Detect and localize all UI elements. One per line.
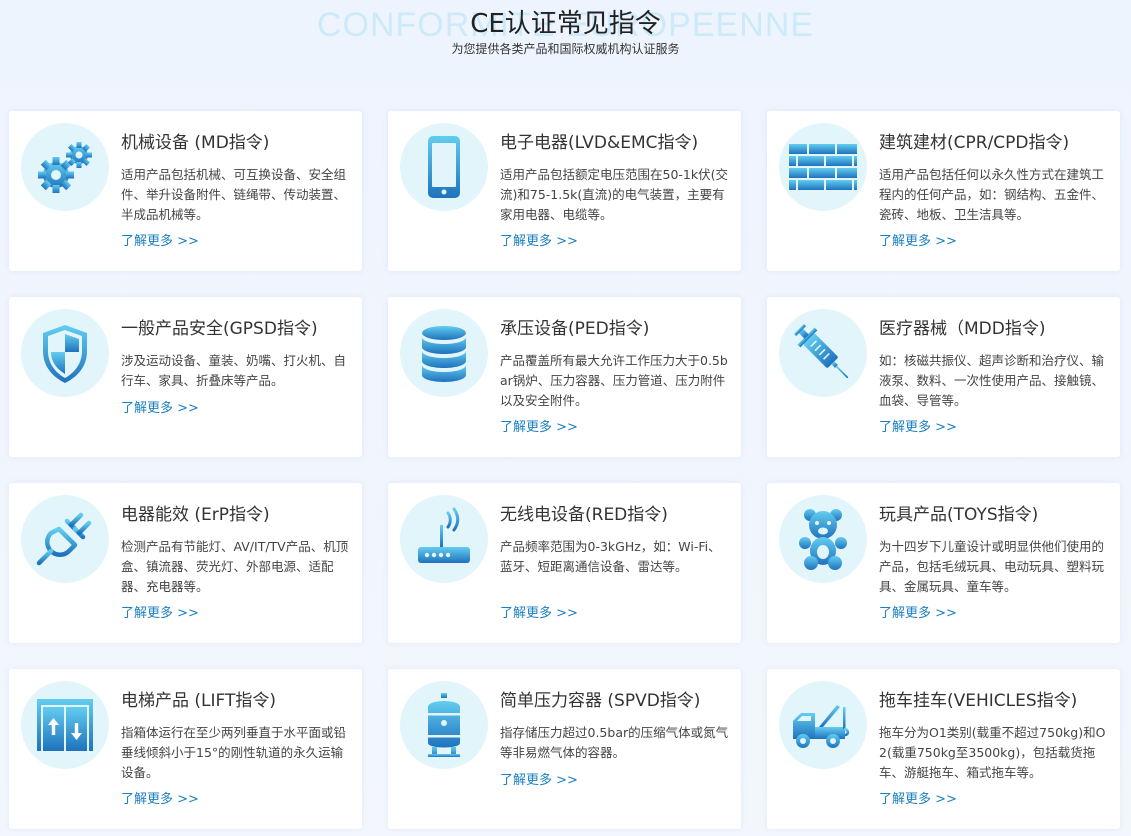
card-title: 机械设备 (MD指令) [121, 133, 270, 153]
card-description: 产品频率范围为0-3kGHz，如：Wi-Fi、蓝牙、短距离通信设备、雷达等。 [500, 539, 721, 574]
card-description: 检测产品有节能灯、AV/IT/TV产品、机顶盒、镇流器、荧光灯、外部电源、适配器… [121, 539, 349, 594]
card-icon-circle [21, 681, 109, 769]
card-icon-circle [779, 309, 867, 397]
card-description: 拖车分为O1类别(载重不超过750kg)和O2(载重750kg至3500kg)，… [879, 725, 1106, 780]
card-icon-circle [779, 123, 867, 211]
learn-more-link[interactable]: 了解更多 >> [121, 400, 199, 418]
tow-truck-icon [793, 705, 850, 748]
card-description: 涉及运动设备、童装、奶嘴、打火机、自行车、家具、折叠床等产品。 [121, 353, 347, 388]
card-title: 电梯产品 (LIFT指令) [121, 691, 277, 711]
learn-more-link[interactable]: 了解更多 >> [500, 605, 578, 623]
card-description: 指箱体运行在至少两列垂直于水平面或铅垂线倾斜小于15°的刚性轨道的永久运输设备。 [121, 725, 347, 780]
card-description: 适用产品包括任何以永久性方式在建筑工程内的任何产品，如：钢结构、五金件、瓷砖、地… [879, 167, 1105, 222]
teddy-bear-icon [799, 509, 847, 570]
plug-icon [36, 512, 92, 566]
card-icon-circle [779, 495, 867, 583]
card-title: 简单压力容器 (SPVD指令) [500, 691, 701, 711]
syringe-icon [794, 324, 849, 379]
card-erp[interactable]: 电器能效 (ErP指令) 检测产品有节能灯、AV/IT/TV产品、机顶盒、镇流器… [9, 483, 362, 643]
learn-more-link[interactable]: 了解更多 >> [879, 605, 957, 623]
directive-grid: 机械设备 (MD指令) 适用产品包括机械、可互换设备、安全组件、举升设备附件、链… [9, 111, 1121, 831]
card-icon-circle [400, 309, 488, 397]
learn-more-link[interactable]: 了解更多 >> [879, 791, 957, 809]
card-title: 一般产品安全(GPSD指令) [121, 319, 318, 339]
card-cpr-cpd[interactable]: 建筑建材(CPR/CPD指令) 适用产品包括任何以永久性方式在建筑工程内的任何产… [767, 111, 1120, 271]
learn-more-link[interactable]: 了解更多 >> [500, 233, 578, 251]
card-spvd[interactable]: 简单压力容器 (SPVD指令) 指存储压力超过0.5bar的压缩气体或氮气等非易… [388, 669, 741, 829]
learn-more-link[interactable]: 了解更多 >> [879, 233, 957, 251]
card-title: 电子电器(LVD&EMC指令) [500, 133, 699, 153]
card-lvd-emc[interactable]: 电子电器(LVD&EMC指令) 适用产品包括额定电压范围在50-1k伏(交流)和… [388, 111, 741, 271]
pressure-tank-icon [428, 693, 460, 757]
card-title: 玩具产品(TOYS指令) [879, 505, 1039, 525]
card-title: 医疗器械（MDD指令) [879, 319, 1046, 339]
card-description: 适用产品包括机械、可互换设备、安全组件、举升设备附件、链绳带、传动装置、半成品机… [121, 167, 347, 222]
phone-icon [428, 136, 460, 198]
card-red[interactable]: 无线电设备(RED指令) 产品频率范围为0-3kGHz，如：Wi-Fi、蓝牙、短… [388, 483, 741, 643]
card-icon-circle [21, 123, 109, 211]
page-header: CONFORMITE EUROPEENNE CE认证常见指令 为您提供各类产品和… [0, 0, 1131, 90]
gears-icon [38, 142, 92, 193]
card-icon-circle [400, 123, 488, 211]
elevator-icon [37, 699, 93, 751]
learn-more-link[interactable]: 了解更多 >> [121, 233, 199, 251]
learn-more-link[interactable]: 了解更多 >> [879, 419, 957, 437]
brick-wall-icon [789, 144, 857, 190]
card-mdd[interactable]: 医疗器械（MDD指令) 如：核磁共振仪、超声诊断和治疗仪、输液泵、数料、一次性使… [767, 297, 1120, 457]
page-title: CE认证常见指令 [470, 9, 661, 39]
card-description: 适用产品包括额定电压范围在50-1k伏(交流)和75-1.5k(直流)的电气装置… [500, 167, 728, 222]
learn-more-link[interactable]: 了解更多 >> [500, 772, 578, 790]
card-icon-circle [400, 681, 488, 769]
card-toys[interactable]: 玩具产品(TOYS指令) 为十四岁下儿童设计或明显供他们使用的产品，包括毛绒玩具… [767, 483, 1120, 643]
card-icon-circle [779, 681, 867, 769]
card-icon-circle [400, 495, 488, 583]
card-description: 产品覆盖所有最大允许工作压力大于0.5bar锅炉、压力容器、压力管道、压力附件以… [500, 353, 728, 408]
card-description: 为十四岁下儿童设计或明显供他们使用的产品，包括毛绒玩具、电动玩具、塑料玩具、金属… [879, 539, 1105, 594]
card-title: 无线电设备(RED指令) [500, 505, 668, 525]
wifi-router-icon [418, 507, 470, 563]
learn-more-link[interactable]: 了解更多 >> [121, 791, 199, 809]
learn-more-link[interactable]: 了解更多 >> [500, 419, 578, 437]
learn-more-link[interactable]: 了解更多 >> [121, 605, 199, 623]
card-icon-circle [21, 495, 109, 583]
card-gpsd[interactable]: 一般产品安全(GPSD指令) 涉及运动设备、童装、奶嘴、打火机、自行车、家具、折… [9, 297, 362, 457]
card-title: 建筑建材(CPR/CPD指令) [879, 133, 1070, 153]
database-cylinder-icon [422, 326, 466, 382]
card-description: 如：核磁共振仪、超声诊断和治疗仪、输液泵、数料、一次性使用产品、接触镜、血袋、导… [879, 353, 1105, 408]
card-title: 拖车挂车(VEHICLES指令) [879, 691, 1078, 711]
card-description: 指存储压力超过0.5bar的压缩气体或氮气等非易燃气体的容器。 [500, 725, 729, 760]
card-title: 承压设备(PED指令) [500, 319, 650, 339]
page-subtitle: 为您提供各类产品和国际权威机构认证服务 [451, 42, 680, 56]
card-vehicles[interactable]: 拖车挂车(VEHICLES指令) 拖车分为O1类别(载重不超过750kg)和O2… [767, 669, 1120, 829]
card-ped[interactable]: 承压设备(PED指令) 产品覆盖所有最大允许工作压力大于0.5bar锅炉、压力容… [388, 297, 741, 457]
card-md[interactable]: 机械设备 (MD指令) 适用产品包括机械、可互换设备、安全组件、举升设备附件、链… [9, 111, 362, 271]
shield-icon [43, 325, 87, 383]
card-lift[interactable]: 电梯产品 (LIFT指令) 指箱体运行在至少两列垂直于水平面或铅垂线倾斜小于15… [9, 669, 362, 829]
card-title: 电器能效 (ErP指令) [121, 505, 270, 525]
card-icon-circle [21, 309, 109, 397]
